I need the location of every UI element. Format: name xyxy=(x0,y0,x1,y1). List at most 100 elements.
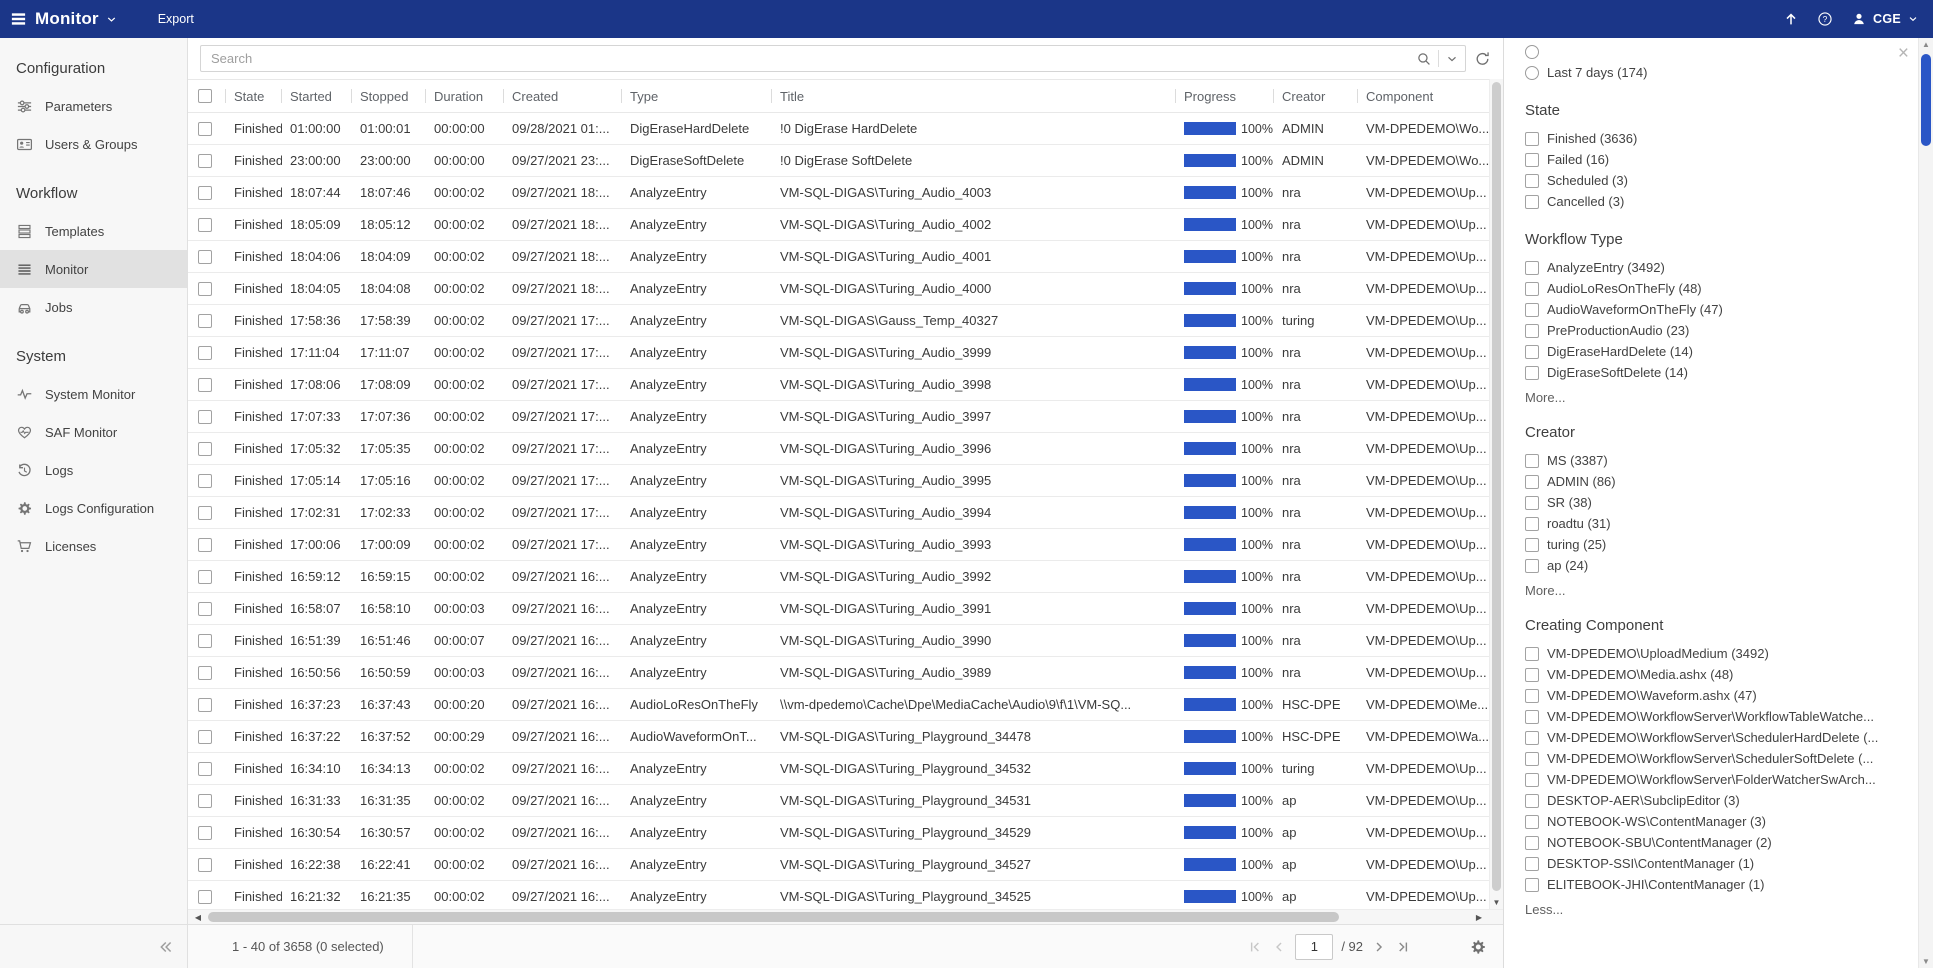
row-checkbox[interactable] xyxy=(198,474,212,488)
filter-option[interactable]: DESKTOP-SSI\ContentManager (1) xyxy=(1525,853,1893,874)
menu-export[interactable]: Export xyxy=(158,12,194,26)
table-row[interactable]: Finished16:37:2216:37:5200:00:2909/27/20… xyxy=(188,721,1489,753)
filter-option[interactable]: AudioLoResOnTheFly (48) xyxy=(1525,278,1893,299)
filter-option[interactable]: AudioWaveformOnTheFly (47) xyxy=(1525,299,1893,320)
sidebar-item-system-monitor[interactable]: System Monitor xyxy=(0,375,187,413)
checkbox-icon[interactable] xyxy=(1525,303,1539,317)
row-checkbox[interactable] xyxy=(198,314,212,328)
filter-option[interactable]: AnalyzeEntry (3492) xyxy=(1525,257,1893,278)
filter-option[interactable]: ADMIN (86) xyxy=(1525,471,1893,492)
column-header-title[interactable]: Title xyxy=(772,80,1176,112)
filter-option[interactable]: ap (24) xyxy=(1525,555,1893,576)
column-header-stopped[interactable]: Stopped xyxy=(352,80,426,112)
checkbox-icon[interactable] xyxy=(1525,773,1539,787)
checkbox-icon[interactable] xyxy=(1525,324,1539,338)
filter-option[interactable]: VM-DPEDEMO\Media.ashx (48) xyxy=(1525,664,1893,685)
sidebar-item-monitor[interactable]: Monitor xyxy=(0,250,187,288)
vertical-scrollbar[interactable]: ▼ xyxy=(1489,79,1503,909)
date-filter-option[interactable]: Last 7 days (174) xyxy=(1525,62,1893,83)
filter-option[interactable]: VM-DPEDEMO\WorkflowServer\SchedulerSoftD… xyxy=(1525,748,1893,769)
row-checkbox[interactable] xyxy=(198,442,212,456)
checkbox-icon[interactable] xyxy=(1525,752,1539,766)
checkbox-icon[interactable] xyxy=(1525,174,1539,188)
filter-scrollbar-thumb[interactable] xyxy=(1921,54,1931,146)
sidebar-item-users-groups[interactable]: Users & Groups xyxy=(0,125,187,163)
checkbox-icon[interactable] xyxy=(1525,345,1539,359)
row-checkbox[interactable] xyxy=(198,890,212,904)
search-options-caret-icon[interactable] xyxy=(1445,52,1459,66)
filter-option[interactable]: Finished (3636) xyxy=(1525,128,1893,149)
column-header-type[interactable]: Type xyxy=(622,80,772,112)
column-header-started[interactable]: Started xyxy=(282,80,352,112)
checkbox-icon[interactable] xyxy=(1525,857,1539,871)
filter-toggle-link[interactable]: More... xyxy=(1525,583,1893,598)
checkbox-icon[interactable] xyxy=(1525,496,1539,510)
checkbox-icon[interactable] xyxy=(1525,647,1539,661)
search-icon[interactable] xyxy=(1416,51,1432,67)
checkbox-icon[interactable] xyxy=(1525,878,1539,892)
filter-option[interactable]: NOTEBOOK-WS\ContentManager (3) xyxy=(1525,811,1893,832)
checkbox-icon[interactable] xyxy=(1525,282,1539,296)
checkbox-icon[interactable] xyxy=(1525,794,1539,808)
filter-option[interactable]: Scheduled (3) xyxy=(1525,170,1893,191)
table-row[interactable]: Finished16:51:3916:51:4600:00:0709/27/20… xyxy=(188,625,1489,657)
checkbox-icon[interactable] xyxy=(1525,731,1539,745)
checkbox-icon[interactable] xyxy=(1525,836,1539,850)
table-row[interactable]: Finished16:37:2316:37:4300:00:2009/27/20… xyxy=(188,689,1489,721)
search-input[interactable] xyxy=(211,51,1410,66)
horizontal-scrollbar-thumb[interactable] xyxy=(208,912,1339,922)
filter-option[interactable]: DigEraseHardDelete (14) xyxy=(1525,341,1893,362)
table-row[interactable]: Finished16:59:1216:59:1500:00:0209/27/20… xyxy=(188,561,1489,593)
app-switcher-caret-icon[interactable] xyxy=(105,13,118,26)
checkbox-icon[interactable] xyxy=(1525,517,1539,531)
table-row[interactable]: Finished16:21:3216:21:3500:00:0209/27/20… xyxy=(188,881,1489,909)
filter-scroll-up-icon[interactable]: ▲ xyxy=(1919,40,1933,49)
scroll-down-icon[interactable]: ▼ xyxy=(1490,898,1503,907)
checkbox-icon[interactable] xyxy=(1525,668,1539,682)
filter-option[interactable]: VM-DPEDEMO\WorkflowServer\WorkflowTableW… xyxy=(1525,706,1893,727)
table-row[interactable]: Finished16:22:3816:22:4100:00:0209/27/20… xyxy=(188,849,1489,881)
table-row[interactable]: Finished16:31:3316:31:3500:00:0209/27/20… xyxy=(188,785,1489,817)
row-checkbox[interactable] xyxy=(198,762,212,776)
table-row[interactable]: Finished01:00:0001:00:0100:00:0009/28/20… xyxy=(188,113,1489,145)
column-header-state[interactable]: State xyxy=(226,80,282,112)
last-page-icon[interactable] xyxy=(1395,939,1411,955)
table-settings-gear-icon[interactable] xyxy=(1469,938,1487,956)
filter-option[interactable]: NOTEBOOK-SBU\ContentManager (2) xyxy=(1525,832,1893,853)
upload-icon[interactable] xyxy=(1783,11,1799,27)
first-page-icon[interactable] xyxy=(1247,939,1263,955)
table-row[interactable]: Finished17:02:3117:02:3300:00:0209/27/20… xyxy=(188,497,1489,529)
page-number-input[interactable] xyxy=(1295,934,1333,960)
close-filter-panel-icon[interactable]: × xyxy=(1898,44,1909,63)
filter-toggle-link[interactable]: More... xyxy=(1525,390,1893,405)
column-header-creator[interactable]: Creator xyxy=(1274,80,1358,112)
row-checkbox[interactable] xyxy=(198,154,212,168)
filter-option[interactable]: roadtu (31) xyxy=(1525,513,1893,534)
filter-option[interactable]: ELITEBOOK-JHI\ContentManager (1) xyxy=(1525,874,1893,895)
sidebar-item-jobs[interactable]: Jobs xyxy=(0,288,187,326)
sidebar-item-licenses[interactable]: Licenses xyxy=(0,527,187,565)
filter-option[interactable]: MS (3387) xyxy=(1525,450,1893,471)
checkbox-icon[interactable] xyxy=(1525,710,1539,724)
filter-option[interactable]: VM-DPEDEMO\UploadMedium (3492) xyxy=(1525,643,1893,664)
filter-option[interactable]: VM-DPEDEMO\WorkflowServer\SchedulerHardD… xyxy=(1525,727,1893,748)
column-header-progress[interactable]: Progress xyxy=(1176,80,1274,112)
checkbox-icon[interactable] xyxy=(1525,454,1539,468)
filter-option[interactable]: turing (25) xyxy=(1525,534,1893,555)
row-checkbox[interactable] xyxy=(198,218,212,232)
table-row[interactable]: Finished16:34:1016:34:1300:00:0209/27/20… xyxy=(188,753,1489,785)
sidebar-item-logs-configuration[interactable]: Logs Configuration xyxy=(0,489,187,527)
checkbox-icon[interactable] xyxy=(1525,559,1539,573)
table-row[interactable]: Finished17:11:0417:11:0700:00:0209/27/20… xyxy=(188,337,1489,369)
checkbox-icon[interactable] xyxy=(1525,538,1539,552)
filter-option[interactable]: PreProductionAudio (23) xyxy=(1525,320,1893,341)
row-checkbox[interactable] xyxy=(198,186,212,200)
sidebar-item-logs[interactable]: Logs xyxy=(0,451,187,489)
sidebar-item-parameters[interactable]: Parameters xyxy=(0,87,187,125)
table-row[interactable]: Finished16:30:5416:30:5700:00:0209/27/20… xyxy=(188,817,1489,849)
row-checkbox[interactable] xyxy=(198,794,212,808)
column-header-component[interactable]: Component xyxy=(1358,80,1489,112)
filter-option[interactable]: VM-DPEDEMO\WorkflowServer\FolderWatcherS… xyxy=(1525,769,1893,790)
filter-toggle-link[interactable]: Less... xyxy=(1525,902,1893,917)
checkbox-icon[interactable] xyxy=(1525,261,1539,275)
